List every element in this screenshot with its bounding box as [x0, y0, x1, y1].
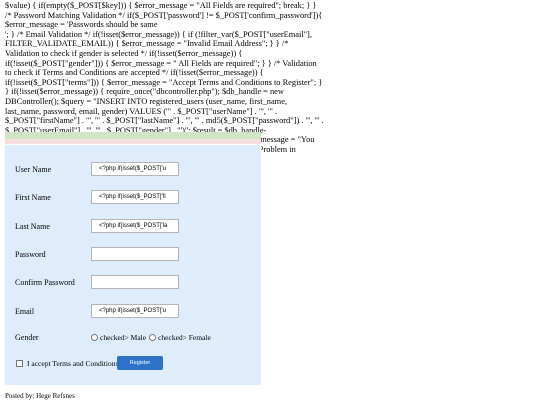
password-input[interactable]: [91, 247, 179, 261]
gender-male-radio[interactable]: [91, 334, 98, 341]
php-line: '; } /* Email Validation */ if(!isset($e…: [5, 29, 312, 39]
first-name-input[interactable]: <?php if(isset($_POST['fi: [91, 190, 179, 204]
php-line: $_POST["firstName"] . "', '" . $_POST["l…: [5, 116, 324, 126]
email-label: Email: [15, 307, 35, 316]
terms-checkbox[interactable]: [16, 360, 23, 367]
confirm-password-input[interactable]: [91, 275, 179, 289]
php-line: Validation to check if gender is selecte…: [5, 48, 243, 58]
gender-options: checked> Male checked> Female: [91, 333, 211, 342]
php-line: /* Password Matching Validation */ if($_…: [5, 10, 323, 20]
gender-label: Gender: [15, 333, 39, 342]
php-line: if(!isset($_POST["gender"])) { $error_me…: [5, 58, 317, 68]
terms-label: I accept Terms and Conditions: [27, 359, 119, 368]
confirm-password-label: Confirm Password: [15, 278, 75, 287]
php-line: FILTER_VALIDATE_EMAIL)) { $error_message…: [5, 39, 289, 49]
password-label: Password: [15, 250, 46, 259]
php-line: if(!isset($_POST["terms"])) { $error_mes…: [5, 77, 323, 87]
success-message-bar: [5, 132, 261, 139]
php-line: } if(!isset($error_message)) { require_o…: [5, 87, 284, 97]
email-input[interactable]: <?php if(isset($_POST['u: [91, 304, 179, 318]
user-name-label: User Name: [15, 165, 52, 174]
php-line: to check if Terms and Conditions are acc…: [5, 68, 264, 78]
php-line: last_name, password, email, gender) VALU…: [5, 106, 278, 116]
last-name-input[interactable]: <?php if(isset($_POST['la: [91, 219, 179, 233]
footer-posted-by: Posted by: Hege Refsnes: [5, 392, 75, 400]
gender-female-radio[interactable]: [149, 334, 157, 341]
gender-female-text: checked> Female: [158, 333, 211, 342]
gender-male-text: checked> Male: [100, 333, 147, 342]
terms-row: I accept Terms and Conditions: [16, 359, 118, 368]
php-line: DBController(); $query = "INSERT INTO re…: [5, 96, 288, 106]
php-line: $value) { if(empty($_POST[$key])) { $err…: [5, 1, 317, 10]
registration-form: [5, 145, 261, 385]
php-line: $error_message = 'Passwords should be sa…: [5, 20, 158, 30]
last-name-label: Last Name: [15, 222, 50, 231]
first-name-label: First Name: [15, 193, 51, 202]
error-message-bar: [5, 139, 261, 144]
register-button[interactable]: Register: [117, 356, 163, 370]
user-name-input[interactable]: <?php if(isset($_POST['u: [91, 162, 179, 176]
